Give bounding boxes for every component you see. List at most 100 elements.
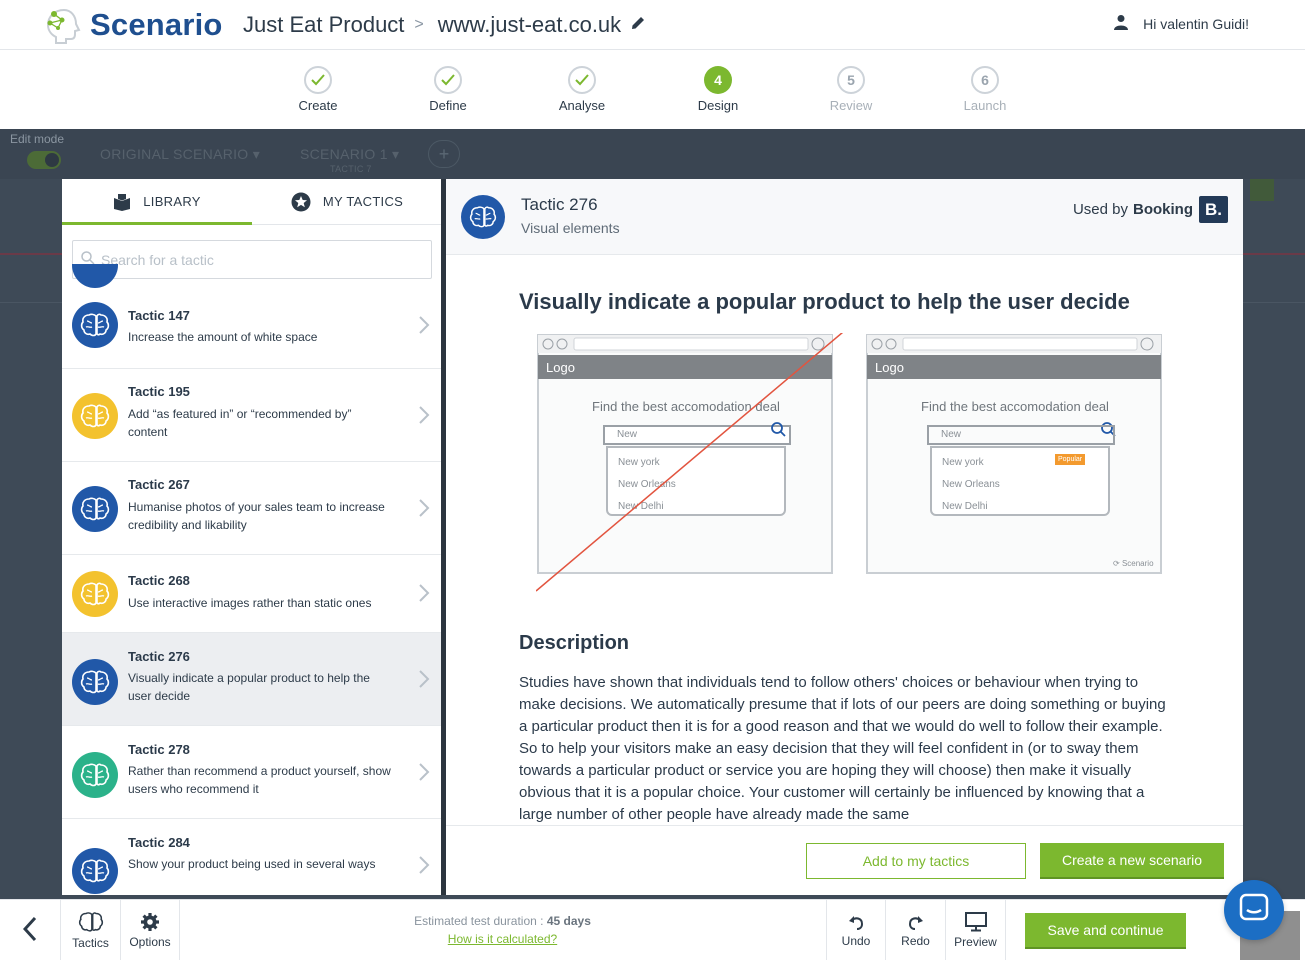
scenario-logo-icon bbox=[46, 8, 81, 44]
tab-label: ORIGINAL SCENARIO bbox=[100, 146, 249, 162]
estimated-duration-label: Estimated test duration : bbox=[414, 914, 544, 928]
list-item[interactable]: Tactic 195 Add “as featured in” or “reco… bbox=[62, 369, 442, 462]
user-menu[interactable]: Hi valentin Guidi! bbox=[1113, 14, 1249, 33]
tactic-description: Rather than recommend a product yourself… bbox=[128, 764, 391, 796]
options-button[interactable]: Options bbox=[121, 900, 180, 960]
mockup-heading: Find the best accomodation deal bbox=[921, 399, 1109, 414]
check-icon bbox=[568, 66, 596, 94]
add-scenario-button[interactable]: + bbox=[428, 140, 460, 168]
list-item[interactable]: Tactic 284 Show your product being used … bbox=[62, 819, 442, 895]
tactic-title: Tactic 278 bbox=[128, 742, 190, 757]
tactic-detail-panel: Tactic 276 Visual elements Used by Booki… bbox=[446, 179, 1243, 895]
redo-button[interactable]: Redo bbox=[886, 900, 946, 960]
step-analyse[interactable]: Analyse bbox=[532, 66, 632, 113]
tab-my-tactics-label: MY TACTICS bbox=[322, 194, 404, 209]
step-define[interactable]: Define bbox=[398, 66, 498, 113]
step-launch: 6 Launch bbox=[935, 66, 1035, 113]
undo-icon bbox=[847, 913, 865, 931]
chevron-right-icon bbox=[418, 405, 430, 431]
breadcrumb-project[interactable]: Just Eat Product bbox=[243, 12, 404, 38]
mockup-option: New Delhi bbox=[942, 501, 988, 512]
estimated-duration: Estimated test duration : 45 days bbox=[380, 914, 625, 928]
chat-launcher-button[interactable] bbox=[1224, 880, 1284, 940]
used-by-brand: Booking bbox=[1133, 201, 1193, 218]
top-header: Scenario Just Eat Product > www.just-eat… bbox=[0, 0, 1305, 50]
tactic-description: Increase the amount of white space bbox=[128, 330, 318, 344]
brain-icon bbox=[72, 752, 118, 798]
tab-sublabel: TACTIC 7 bbox=[330, 164, 372, 174]
step-create[interactable]: Create bbox=[268, 66, 368, 113]
step-number: 4 bbox=[704, 66, 732, 94]
tactic-title: Tactic 195 bbox=[128, 384, 190, 399]
check-icon bbox=[304, 66, 332, 94]
tab-library-label: LIBRARY bbox=[143, 194, 201, 209]
step-design[interactable]: 4 Design bbox=[668, 66, 768, 113]
tactics-label: Tactics bbox=[72, 936, 109, 950]
tab-label: SCENARIO 1 bbox=[300, 146, 388, 162]
used-by-label: Used by bbox=[1072, 201, 1128, 218]
step-label: Launch bbox=[963, 98, 1007, 113]
list-item[interactable]: Tactic 267 Humanise photos of your sales… bbox=[62, 462, 442, 555]
chevron-left-icon bbox=[22, 916, 37, 945]
tactic-title: Tactic 284 bbox=[128, 835, 190, 850]
tactic-title: Tactic 147 bbox=[128, 308, 190, 323]
edit-pencil-icon[interactable] bbox=[629, 12, 647, 38]
tactic-description: Add “as featured in” or “recommended by”… bbox=[128, 407, 352, 439]
save-and-continue-button[interactable]: Save and continue bbox=[1025, 913, 1186, 949]
detail-body: Visually indicate a popular product to h… bbox=[446, 255, 1243, 825]
tactics-button[interactable]: Tactics bbox=[61, 900, 121, 960]
tab-scenario-1[interactable]: SCENARIO 1 ▾ TACTIC 7 bbox=[300, 146, 399, 174]
breadcrumb-separator: > bbox=[414, 16, 424, 33]
breadcrumb-site[interactable]: www.just-eat.co.uk bbox=[438, 12, 621, 38]
create-new-scenario-button[interactable]: Create a new scenario bbox=[1040, 843, 1224, 879]
step-label: Review bbox=[829, 98, 873, 113]
monitor-icon bbox=[964, 912, 987, 932]
step-label: Create bbox=[298, 98, 338, 113]
mockup-watermark: ⟳ Scenario bbox=[1113, 559, 1154, 568]
redo-label: Redo bbox=[901, 934, 930, 948]
tactic-description: Show your product being used in several … bbox=[128, 857, 376, 871]
detail-category: Visual elements bbox=[521, 220, 620, 236]
undo-button[interactable]: Undo bbox=[826, 900, 886, 960]
list-item-selected[interactable]: Tactic 276 Visually indicate a popular p… bbox=[62, 633, 442, 726]
list-item[interactable]: Tactic 268 Use interactive images rather… bbox=[62, 555, 442, 633]
tab-original-scenario[interactable]: ORIGINAL SCENARIO ▾ bbox=[100, 146, 260, 163]
tactic-list: Tactic 147 Increase the amount of white … bbox=[62, 289, 442, 895]
how-calculated-link[interactable]: How is it calculated? bbox=[380, 932, 625, 946]
brain-icon bbox=[72, 302, 118, 348]
used-by: Used by Booking B. bbox=[1073, 196, 1228, 223]
mockup-input: New bbox=[927, 425, 1115, 445]
chevron-right-icon bbox=[418, 583, 430, 609]
preview-button[interactable]: Preview bbox=[946, 900, 1006, 960]
add-to-my-tactics-button[interactable]: Add to my tactics bbox=[806, 843, 1026, 879]
mockup-bad-example: Logo Find the best accomodation deal New… bbox=[536, 333, 844, 592]
tab-my-tactics[interactable]: MY TACTICS bbox=[252, 179, 442, 224]
chevron-right-icon bbox=[418, 498, 430, 524]
list-item[interactable]: Tactic 278 Rather than recommend a produ… bbox=[62, 726, 442, 819]
search-input[interactable] bbox=[101, 251, 421, 268]
check-icon bbox=[434, 66, 462, 94]
star-icon bbox=[291, 192, 311, 212]
strike-line bbox=[536, 333, 844, 592]
undo-label: Undo bbox=[841, 934, 871, 948]
step-number: 6 bbox=[971, 66, 999, 94]
breadcrumb: Just Eat Product > www.just-eat.co.uk bbox=[243, 12, 647, 38]
tab-library[interactable]: LIBRARY bbox=[62, 179, 252, 225]
brain-icon bbox=[72, 659, 118, 705]
list-item[interactable]: Tactic 147 Increase the amount of white … bbox=[62, 289, 442, 369]
app-logo[interactable]: Scenario bbox=[44, 6, 223, 44]
step-number: 5 bbox=[837, 66, 865, 94]
brain-icon bbox=[72, 393, 118, 439]
tactic-library-panel: LIBRARY MY TACTICS Tactic 147 Increase t… bbox=[62, 179, 442, 895]
tactic-title: Tactic 276 bbox=[128, 649, 190, 664]
tactic-search[interactable] bbox=[72, 240, 432, 279]
preview-label: Preview bbox=[954, 935, 997, 949]
back-button[interactable] bbox=[0, 900, 61, 960]
booking-logo: B. bbox=[1199, 196, 1228, 223]
book-icon bbox=[113, 193, 131, 211]
tactic-title: Tactic 268 bbox=[128, 573, 190, 588]
chevron-right-icon bbox=[418, 669, 430, 695]
brain-icon bbox=[461, 195, 505, 239]
user-icon bbox=[1113, 14, 1129, 33]
edit-mode-toggle[interactable] bbox=[27, 151, 61, 169]
